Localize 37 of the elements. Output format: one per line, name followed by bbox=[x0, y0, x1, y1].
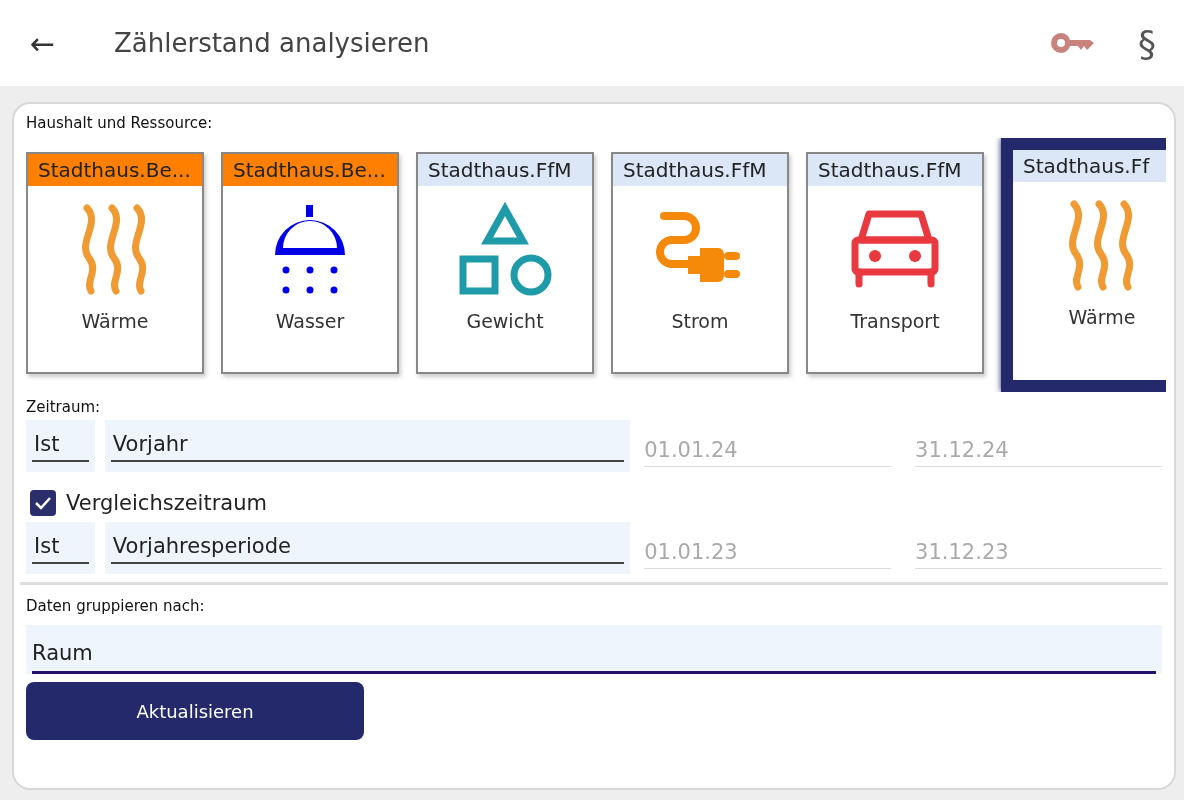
car-icon bbox=[849, 208, 941, 290]
resource-tile[interactable]: Stadthaus.FfM Gewicht bbox=[416, 152, 594, 374]
section-label: Haushalt und Ressource: bbox=[26, 114, 214, 132]
household-header: Stadthaus.FfM bbox=[808, 154, 982, 186]
resource-tile[interactable]: Stadthaus.Ff Wärme bbox=[1001, 138, 1166, 392]
back-button[interactable]: ← bbox=[30, 25, 62, 61]
resource-name: Transport bbox=[850, 310, 940, 332]
legal-button[interactable]: § bbox=[1138, 22, 1156, 64]
resource-tile[interactable]: Stadthaus.FfM Transport bbox=[806, 152, 984, 374]
checkbox[interactable] bbox=[30, 490, 56, 516]
shapes-icon bbox=[457, 201, 553, 297]
household-header: Stadthaus.Ff bbox=[1013, 150, 1166, 182]
resource-name: Strom bbox=[671, 310, 729, 332]
key-icon[interactable] bbox=[1050, 32, 1094, 54]
range-dropdown[interactable]: Vorjahr bbox=[104, 420, 631, 472]
resource-name: Wärme bbox=[81, 310, 149, 332]
grouping-dropdown[interactable]: Raum bbox=[26, 625, 1162, 674]
resource-tile[interactable]: Stadthaus.FfM Strom bbox=[611, 152, 789, 374]
section-label: Daten gruppieren nach: bbox=[26, 597, 206, 615]
type-dropdown[interactable]: Ist bbox=[26, 420, 95, 472]
section-label: Zeitraum: bbox=[26, 398, 102, 416]
resource-tile[interactable]: Stadthaus.Be... Wärme bbox=[26, 152, 204, 374]
page-title: Zählerstand analysieren bbox=[114, 28, 431, 58]
range-dropdown[interactable]: Vorjahresperiode bbox=[104, 522, 631, 574]
household-header: Stadthaus.Be... bbox=[28, 154, 202, 186]
type-dropdown[interactable]: Ist bbox=[26, 522, 95, 574]
checkbox-label: Vergleichszeitraum bbox=[66, 491, 267, 515]
check-icon bbox=[34, 496, 52, 510]
resource-name: Gewicht bbox=[466, 310, 544, 332]
household-header: Stadthaus.FfM bbox=[613, 154, 787, 186]
shower-head-icon bbox=[274, 203, 346, 295]
update-button[interactable]: Aktualisieren bbox=[26, 682, 364, 740]
household-header: Stadthaus.FfM bbox=[418, 154, 592, 186]
resource-name: Wärme bbox=[1068, 306, 1136, 328]
resource-tile[interactable]: Stadthaus.Be... Wasser bbox=[221, 152, 399, 374]
resource-name: Wasser bbox=[275, 310, 345, 332]
household-header: Stadthaus.Be... bbox=[223, 154, 397, 186]
